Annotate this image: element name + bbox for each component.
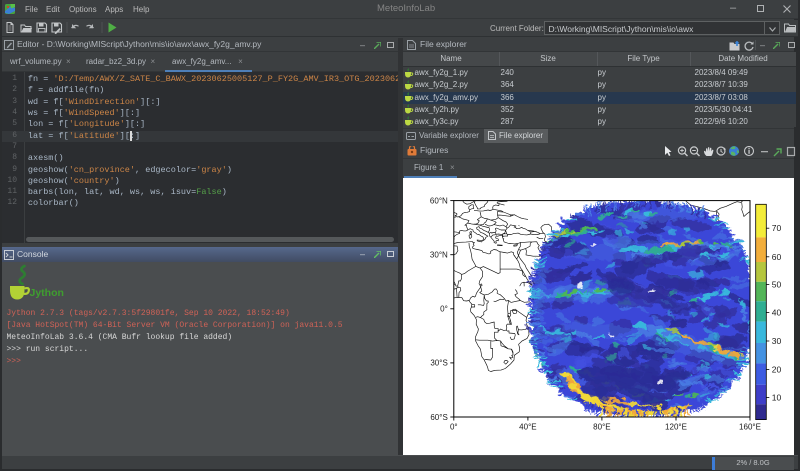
svg-text:20: 20 <box>772 365 782 375</box>
svg-text:160°E: 160°E <box>739 423 761 432</box>
svg-text:30°N: 30°N <box>430 251 448 260</box>
svg-text:40: 40 <box>772 307 782 317</box>
svg-text:0°: 0° <box>450 423 458 432</box>
svg-text:120°E: 120°E <box>665 423 687 432</box>
svg-text:80°E: 80°E <box>593 423 610 432</box>
svg-text:60: 60 <box>772 252 782 262</box>
svg-text:50: 50 <box>772 279 782 289</box>
svg-text:0°: 0° <box>440 305 448 314</box>
svg-text:40°E: 40°E <box>519 423 536 432</box>
svg-text:60°S: 60°S <box>430 413 447 422</box>
svg-text:70: 70 <box>772 223 782 233</box>
svg-text:Jython: Jython <box>30 287 64 299</box>
svg-text:30: 30 <box>772 336 782 346</box>
svg-text:30°S: 30°S <box>430 359 447 368</box>
svg-text:60°N: 60°N <box>430 196 448 205</box>
svg-text:10: 10 <box>772 393 782 403</box>
